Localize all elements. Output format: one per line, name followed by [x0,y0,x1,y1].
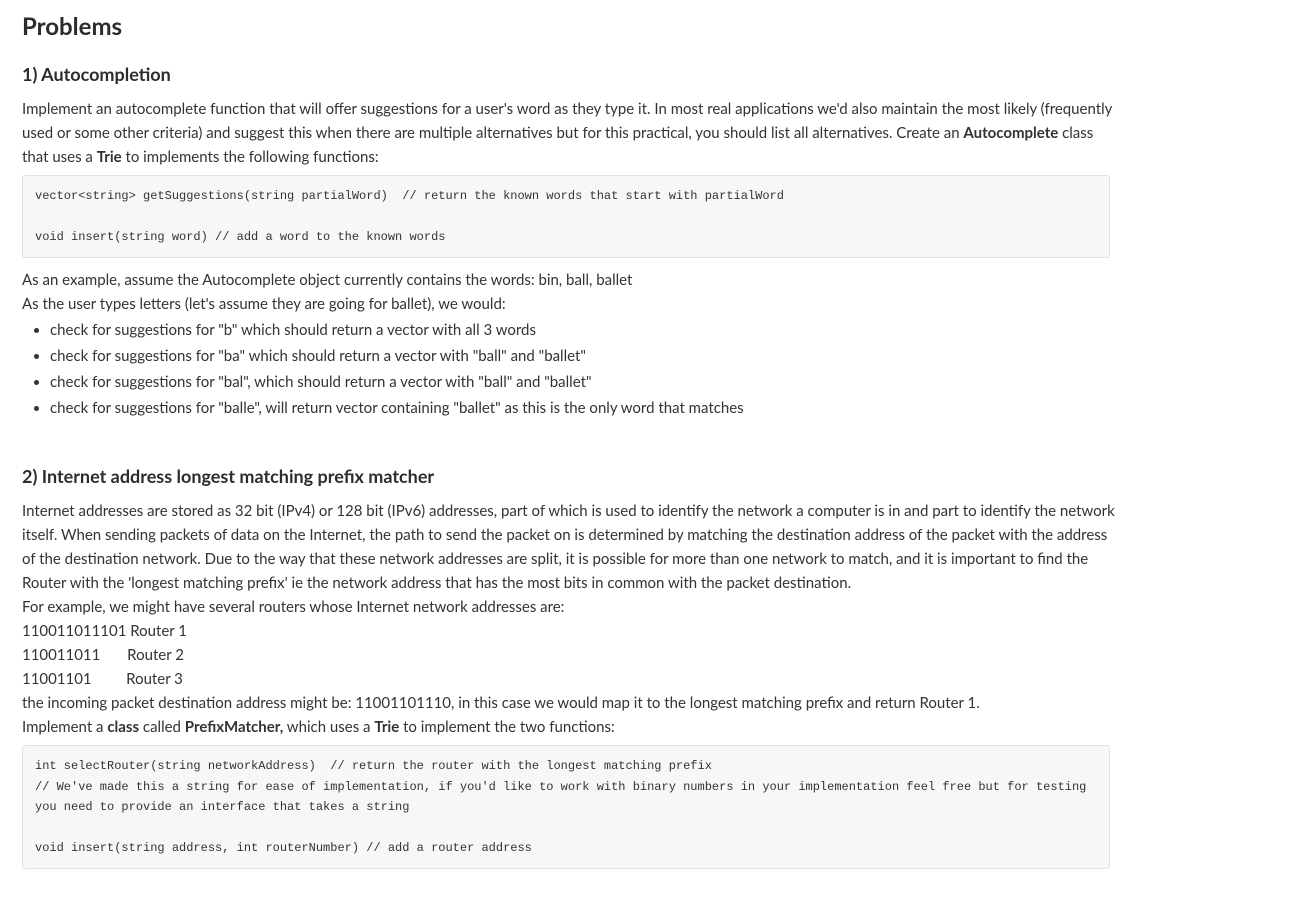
impl-mid2: which uses a [283,718,374,736]
prefixmatcher-bold: PrefixMatcher, [185,718,283,736]
problem1-heading: 1) Autocompletion [22,60,1279,89]
problem2-code-block: int selectRouter(string networkAddress) … [22,745,1110,869]
problem2-para1: Internet addresses are stored as 32 bit … [22,499,1122,595]
problem2-para2: For example, we might have several route… [22,595,1122,619]
impl-suffix: to implement the two functions: [399,718,615,736]
autocomplete-bold: Autocomplete [963,124,1058,142]
trie-bold-1: Trie [97,148,122,166]
impl-prefix: Implement a [22,718,107,736]
list-item: check for suggestions for "ba" which sho… [50,344,1279,368]
router2-line: 110011011 Router 2 [22,643,1122,667]
problem1-intro: Implement an autocomplete function that … [22,97,1122,169]
trie-bold-2: Trie [374,718,399,736]
list-item: check for suggestions for "bal", which s… [50,370,1279,394]
problem1-intro-prefix: Implement an autocomplete function that … [22,100,1112,142]
problem1-code-block: vector<string> getSuggestions(string par… [22,175,1110,258]
problem2-impl-line: Implement a class called PrefixMatcher, … [22,715,1122,739]
list-item: check for suggestions for "balle", will … [50,396,1279,420]
router1-line: 110011011101 Router 1 [22,619,1122,643]
problem1-intro-suffix: to implements the following functions: [122,148,379,166]
problem1-bullet-list: check for suggestions for "b" which shou… [50,318,1279,420]
problems-heading: Problems [22,8,1279,46]
problem2-heading: 2) Internet address longest matching pre… [22,462,1279,491]
router3-line: 11001101 Router 3 [22,667,1122,691]
problem1-example-line1: As an example, assume the Autocomplete o… [22,268,1122,292]
problem2-para3: the incoming packet destination address … [22,691,1122,715]
impl-mid1: called [139,718,185,736]
class-bold: class [107,718,139,736]
problem1-example-line2: As the user types letters (let's assume … [22,292,1122,316]
list-item: check for suggestions for "b" which shou… [50,318,1279,342]
